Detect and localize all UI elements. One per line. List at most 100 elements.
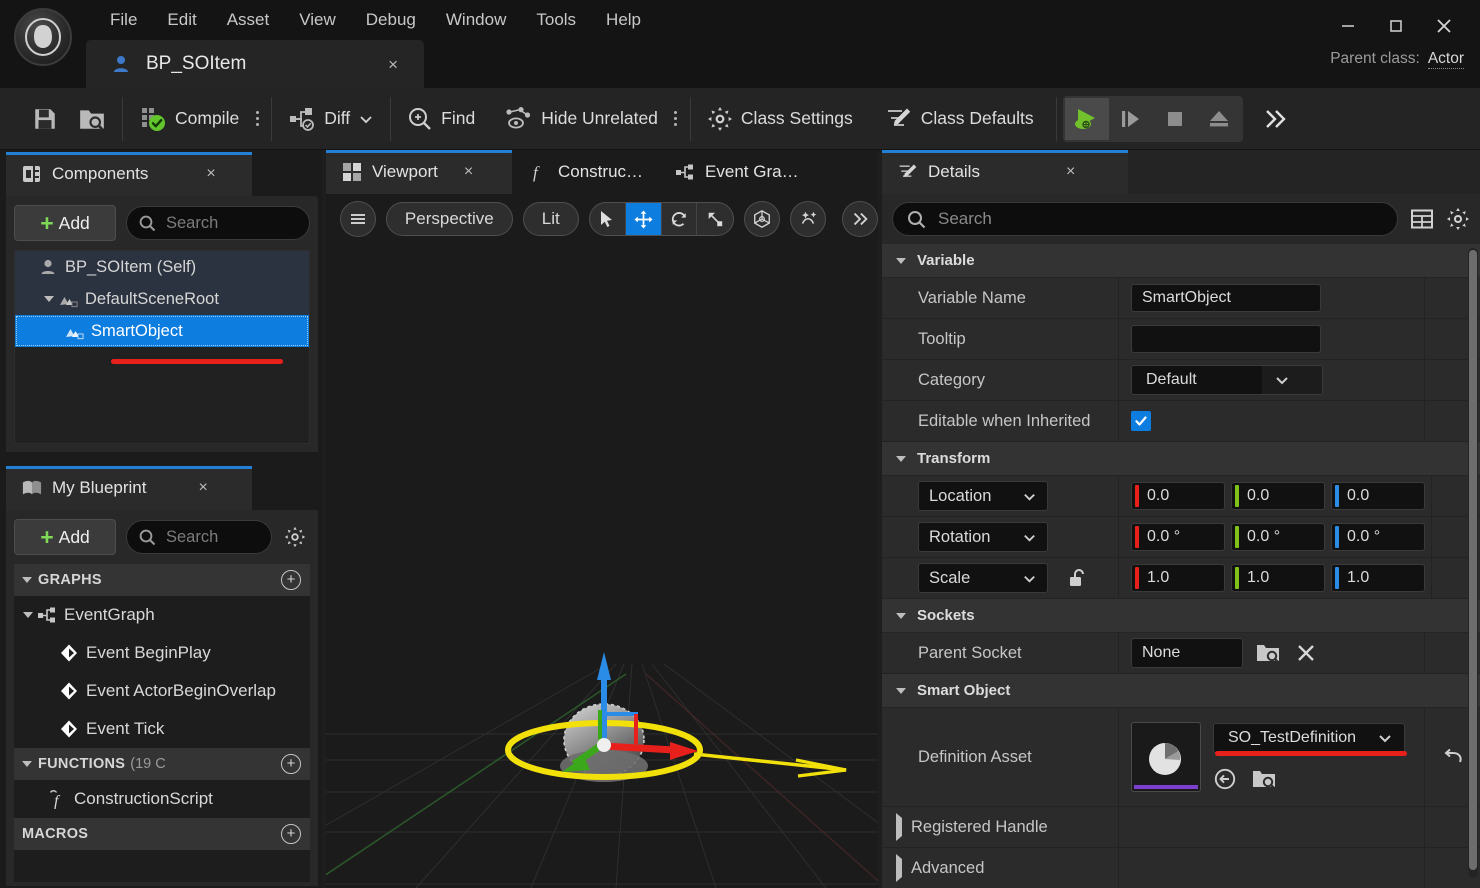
viewport-menu-hamburger-icon[interactable] — [340, 201, 376, 237]
list-item-event-tick[interactable]: Event Tick — [14, 710, 310, 748]
my-blueprint-settings-gear-icon[interactable] — [282, 524, 308, 550]
property-row-advanced[interactable]: Advanced — [882, 848, 1480, 888]
rotation-y-input[interactable]: 0.0 ° — [1231, 523, 1325, 551]
add-graph-icon[interactable]: + — [281, 570, 301, 590]
scale-z-input[interactable]: 1.0 — [1331, 564, 1425, 592]
scale-lock-unlocked-icon[interactable] — [1067, 567, 1087, 589]
world-coords-icon[interactable] — [744, 201, 780, 237]
menu-edit[interactable]: Edit — [152, 4, 211, 36]
list-item-event-actorbeginoverlap[interactable]: Event ActorBeginOverlap — [14, 672, 310, 710]
viewport-perspective-button[interactable]: Perspective — [386, 202, 513, 236]
tree-row-self[interactable]: BP_SOItem (Self) — [15, 251, 309, 283]
eject-icon[interactable] — [1197, 98, 1241, 140]
rotate-gizmo-icon[interactable] — [662, 203, 698, 235]
select-cursor-icon[interactable] — [590, 203, 626, 235]
close-icon[interactable] — [1422, 10, 1466, 42]
details-scrollbar[interactable] — [1468, 248, 1478, 878]
section-header-transform[interactable]: Transform — [882, 442, 1480, 476]
viewport-tab-close-icon[interactable]: × — [464, 163, 473, 181]
clear-x-icon[interactable] — [1295, 642, 1317, 664]
add-function-icon[interactable]: + — [281, 754, 301, 774]
menu-asset[interactable]: Asset — [212, 4, 285, 36]
definition-asset-combobox[interactable]: SO_TestDefinition — [1213, 723, 1405, 753]
property-row-registered-handle[interactable]: Registered Handle — [882, 807, 1480, 848]
section-header-sockets[interactable]: Sockets — [882, 599, 1480, 633]
class-defaults-button[interactable]: Class Defaults — [875, 96, 1044, 142]
column-view-icon[interactable] — [1410, 207, 1434, 231]
rotation-z-input[interactable]: 0.0 ° — [1331, 523, 1425, 551]
use-selected-asset-icon[interactable] — [1213, 767, 1237, 791]
document-tab-bp-soitem[interactable]: BP_SOItem × — [86, 40, 424, 88]
menu-window[interactable]: Window — [431, 4, 521, 36]
my-blueprint-search-input[interactable]: Search — [126, 520, 272, 554]
document-tab-close-icon[interactable]: × — [388, 55, 398, 75]
scale-x-input[interactable]: 1.0 — [1131, 564, 1225, 592]
menu-debug[interactable]: Debug — [351, 4, 431, 36]
parent-class-value[interactable]: Actor — [1428, 50, 1464, 69]
minimize-icon[interactable] — [1326, 10, 1370, 42]
scale-y-input[interactable]: 1.0 — [1231, 564, 1325, 592]
components-search-input[interactable]: Search — [126, 206, 310, 240]
editable-when-inherited-checkbox[interactable] — [1131, 411, 1151, 431]
menu-file[interactable]: File — [95, 4, 152, 36]
stop-icon[interactable] — [1153, 98, 1197, 140]
location-y-input[interactable]: 0.0 — [1231, 482, 1325, 510]
tab-viewport[interactable]: Viewport × — [326, 150, 512, 194]
diff-button[interactable]: Diff — [278, 96, 384, 142]
browse-asset-button[interactable] — [68, 96, 116, 142]
tab-my-blueprint[interactable]: My Blueprint × — [6, 466, 252, 510]
details-settings-gear-icon[interactable] — [1446, 207, 1470, 231]
details-tab-close-icon[interactable]: × — [1066, 163, 1075, 181]
list-item-eventgraph[interactable]: EventGraph — [14, 596, 310, 634]
surface-snap-icon[interactable] — [790, 201, 826, 237]
rotation-x-input[interactable]: 0.0 ° — [1131, 523, 1225, 551]
tree-row-defaultsceneroot[interactable]: DefaultSceneRoot — [15, 283, 309, 315]
variable-name-input[interactable]: SmartObject — [1131, 284, 1321, 312]
toolbar-overflow-button[interactable] — [1251, 96, 1301, 142]
save-button[interactable] — [22, 96, 68, 142]
scale-axis-selector[interactable]: Scale — [918, 563, 1048, 593]
add-macro-icon[interactable]: + — [281, 824, 301, 844]
maximize-icon[interactable] — [1374, 10, 1418, 42]
menu-view[interactable]: View — [284, 4, 351, 36]
section-functions[interactable]: FUNCTIONS (19 C + — [14, 748, 310, 780]
my-blueprint-tab-close-icon[interactable]: × — [198, 479, 207, 497]
tab-details[interactable]: Details × — [882, 150, 1128, 194]
parent-socket-value[interactable]: None — [1131, 638, 1243, 668]
browse-asset-icon[interactable] — [1255, 641, 1281, 665]
hide-unrelated-options-icon[interactable] — [668, 111, 684, 126]
tooltip-input[interactable] — [1131, 325, 1321, 353]
details-search-input[interactable]: Search — [892, 202, 1398, 236]
chevron-down-icon[interactable] — [41, 296, 57, 302]
menu-tools[interactable]: Tools — [521, 4, 591, 36]
components-tab-close-icon[interactable]: × — [206, 165, 215, 183]
tree-row-smartobject[interactable]: SmartObject — [15, 315, 309, 347]
list-item-event-beginplay[interactable]: Event BeginPlay — [14, 634, 310, 672]
tab-event-graph[interactable]: Event Gra… — [659, 150, 815, 194]
tab-construction-script[interactable]: f Construc… — [512, 150, 659, 194]
location-axis-selector[interactable]: Location — [918, 481, 1048, 511]
list-item-constructionscript[interactable]: f ConstructionScript — [14, 780, 310, 818]
browse-asset-icon[interactable] — [1251, 767, 1277, 791]
chevron-right-icon[interactable] — [896, 859, 902, 878]
scale-gizmo-icon[interactable] — [697, 203, 733, 235]
section-header-smart-object[interactable]: Smart Object — [882, 674, 1480, 708]
section-graphs[interactable]: GRAPHS + — [14, 564, 310, 596]
compile-options-icon[interactable] — [249, 111, 265, 126]
section-macros[interactable]: MACROS + — [14, 818, 310, 850]
play-icon[interactable] — [1065, 98, 1109, 140]
chevron-right-icon[interactable] — [896, 818, 902, 837]
components-add-button[interactable]: + Add — [14, 205, 116, 241]
move-gizmo-icon[interactable] — [626, 203, 662, 235]
definition-asset-thumbnail[interactable] — [1131, 722, 1201, 792]
menu-help[interactable]: Help — [591, 4, 656, 36]
chevron-down-icon[interactable] — [20, 612, 36, 618]
section-header-variable[interactable]: Variable — [882, 244, 1480, 278]
location-x-input[interactable]: 0.0 — [1131, 482, 1225, 510]
viewport-3d-scene[interactable] — [326, 194, 878, 888]
rotation-axis-selector[interactable]: Rotation — [918, 522, 1048, 552]
location-z-input[interactable]: 0.0 — [1331, 482, 1425, 510]
category-combobox[interactable]: Default — [1131, 365, 1323, 395]
compile-button[interactable]: Compile — [129, 96, 249, 142]
details-scrollbar-thumb[interactable] — [1469, 250, 1477, 870]
